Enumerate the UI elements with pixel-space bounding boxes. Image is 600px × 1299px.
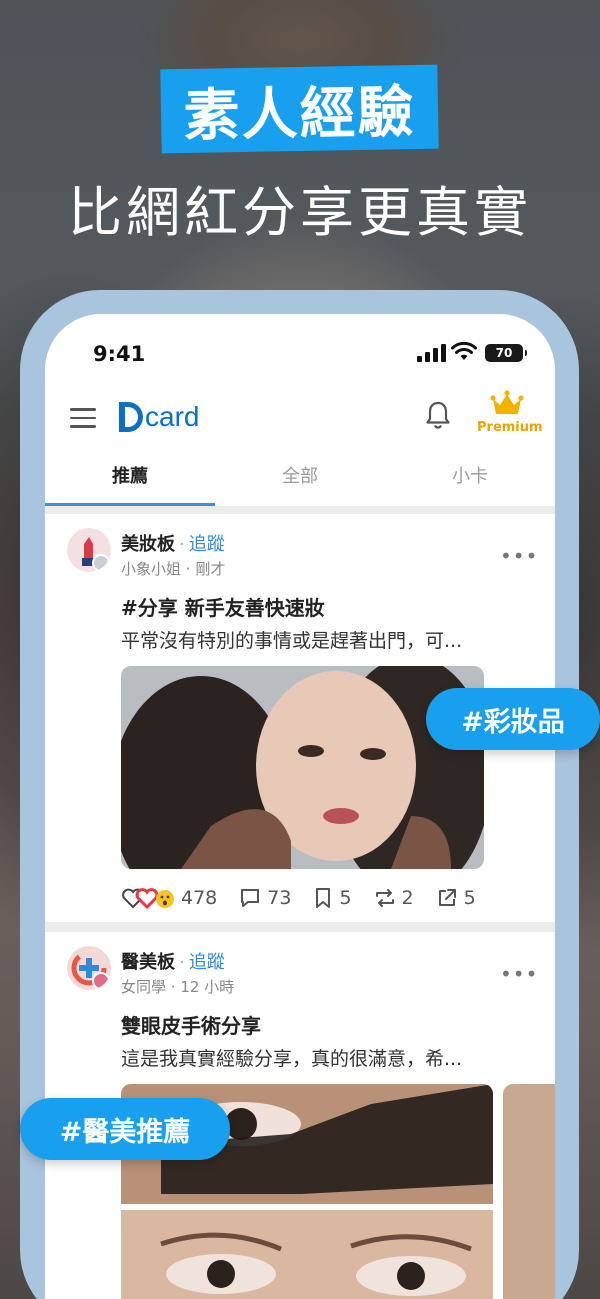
forum-avatar: [67, 528, 111, 572]
author-name: 小象小姐: [121, 560, 182, 578]
post-title: #分享 新手友善快速妝: [121, 596, 325, 620]
more-options-icon[interactable]: •••: [500, 962, 538, 986]
saves-stat[interactable]: 5: [313, 887, 352, 909]
post-time: 剛才: [195, 560, 226, 578]
forum-avatar: [67, 946, 111, 990]
bell-icon[interactable]: [425, 400, 451, 430]
follow-button[interactable]: 追蹤: [189, 534, 225, 555]
share-icon: [438, 889, 456, 906]
follow-button[interactable]: 追蹤: [189, 952, 225, 973]
comments-stat[interactable]: 73: [239, 887, 291, 909]
reactions-stat[interactable]: 478: [121, 886, 217, 910]
shares-count: 5: [463, 887, 476, 909]
crown-icon: [490, 390, 524, 414]
post-photo[interactable]: [121, 666, 484, 869]
tab-all[interactable]: 全部: [215, 456, 385, 506]
menu-icon[interactable]: [70, 408, 96, 430]
tab-cards[interactable]: 小卡: [385, 456, 555, 506]
comment-icon: [241, 889, 260, 907]
post-excerpt: 這是我真實經驗分享，真的很滿意，希...: [121, 1048, 463, 1070]
aesthetic-medicine-tag[interactable]: #醫美推薦: [20, 1098, 230, 1160]
battery-indicator: 70: [485, 344, 527, 362]
cellular-signal-icon: [417, 344, 446, 362]
bookmark-icon: [316, 888, 331, 908]
promo-subtitle: 比網紅分享更真實: [68, 181, 532, 244]
forum-name: 美妝板 · 追蹤: [121, 534, 225, 555]
repost-icon: [375, 889, 394, 907]
more-options-icon[interactable]: •••: [500, 544, 538, 568]
logo-text: card: [145, 401, 200, 432]
author-name: 女同學: [121, 978, 167, 996]
post-title: 雙眼皮手術分享: [121, 1014, 261, 1038]
promo-badge: 素人經驗: [160, 64, 439, 154]
wifi-icon: [451, 342, 477, 360]
forum-name: 醫美板 · 追蹤: [121, 952, 225, 973]
status-bar: 9:41 70: [45, 314, 555, 394]
reposts-stat[interactable]: 2: [374, 887, 414, 909]
status-time: 9:41: [93, 342, 146, 366]
premium-label: Premium: [477, 420, 543, 435]
comments-count: 73: [267, 887, 292, 909]
shares-stat[interactable]: 5: [436, 887, 476, 909]
premium-button[interactable]: Premium: [477, 390, 543, 435]
app-header: card Premium: [45, 390, 555, 456]
post-excerpt: 平常沒有特別的事情或是趕著出門，可...: [121, 630, 463, 652]
author-line: 小象小姐 · 剛才: [121, 560, 226, 578]
forum-label[interactable]: 醫美板: [121, 952, 175, 973]
reactions-count: 478: [181, 887, 218, 909]
next-photo-preview[interactable]: [503, 1084, 555, 1299]
logo-mark-icon: [119, 402, 143, 432]
forum-label[interactable]: 美妝板: [121, 534, 175, 555]
post-stats: 478 73 5 2 5: [121, 886, 498, 910]
dcard-logo[interactable]: card: [119, 400, 199, 434]
saves-count: 5: [339, 887, 352, 909]
reaction-emojis-icon: [122, 888, 174, 910]
reposts-count: 2: [401, 887, 414, 909]
feed-tabs: 推薦 全部 小卡: [45, 456, 555, 506]
post-time: 12 小時: [180, 978, 235, 996]
tab-recommended[interactable]: 推薦: [45, 456, 215, 506]
makeup-tag[interactable]: #彩妝品: [426, 688, 600, 750]
author-line: 女同學 · 12 小時: [121, 978, 235, 996]
